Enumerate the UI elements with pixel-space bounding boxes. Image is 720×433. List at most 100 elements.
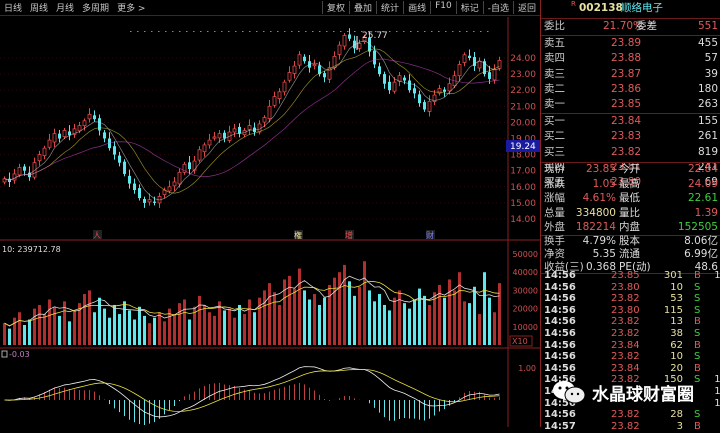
bids-volume: 155 (697, 115, 718, 127)
quote-label: 量比 (619, 206, 640, 219)
candle-body (118, 155, 121, 163)
dot-marker (424, 31, 426, 32)
volume-bar (388, 310, 391, 345)
volume-bar (293, 288, 296, 345)
stats-button[interactable]: 统计 (376, 1, 403, 14)
candle-body (348, 34, 351, 39)
dot-marker (473, 31, 475, 32)
quote-value: 1.05 (592, 177, 616, 190)
asks-price: 23.87 (611, 67, 642, 80)
dot-marker (270, 31, 272, 32)
volume-bar (433, 292, 436, 345)
quote-label: 内盘 (619, 221, 640, 233)
trade-direction: S (694, 374, 701, 386)
volume-bar (203, 304, 206, 345)
candle-body (238, 126, 241, 134)
volume-bar (408, 308, 411, 345)
tab-daily[interactable]: 日线 (0, 1, 26, 14)
candle-body (77, 125, 82, 132)
trade-count: 13 (714, 270, 720, 281)
candle-body (488, 72, 491, 79)
candle-body (297, 54, 302, 66)
draw-button[interactable]: 画线 (403, 1, 430, 14)
price-tick-label: 21.00 (510, 102, 536, 112)
indicator-icon (1, 350, 8, 358)
dea-line (4, 369, 500, 412)
trade-row: 14:5623.8253S0 (541, 293, 720, 305)
ma10-line (4, 48, 500, 194)
quote-label: 最高 (619, 177, 640, 190)
watermark-text: 水晶球财富圈 (592, 384, 694, 405)
candle-body (188, 162, 191, 170)
volume-bar (58, 315, 61, 345)
asks-volume: 39 (704, 67, 718, 80)
bids-row[interactable]: 买三 23.82 819 (541, 145, 720, 160)
quote-value: 182214 (575, 221, 616, 233)
kline-chart[interactable]: 24.0023.0022.0021.0020.0019.0018.0017.00… (0, 17, 540, 427)
quote-row: 涨幅 4.61% 最低 22.61 (541, 191, 720, 206)
candle-body (37, 154, 42, 162)
tab-multi-period[interactable]: 多周期 (78, 1, 113, 14)
trade-time: 14:56 (544, 409, 576, 421)
volume-bar (303, 290, 306, 345)
asks-row[interactable]: 卖三 23.87 39 (541, 67, 720, 82)
dot-marker (179, 31, 181, 32)
candle-body (337, 44, 342, 55)
dot-marker (333, 31, 335, 32)
volume-bar (378, 294, 381, 345)
trade-volume: 10 (670, 351, 683, 363)
volume-bar (403, 303, 406, 345)
trade-direction: B (694, 362, 701, 374)
volume-bar (298, 268, 301, 345)
candle-body (68, 131, 71, 136)
bids-price: 23.84 (611, 115, 642, 127)
candle-body (147, 199, 152, 203)
asks-row[interactable]: 卖一 23.85 263 (541, 97, 720, 112)
price-tick-label: 20.00 (510, 118, 536, 128)
watchlist-button[interactable]: -自选 (482, 1, 513, 14)
candle-body (128, 175, 131, 184)
candle-body (123, 161, 126, 174)
volume-bar (48, 299, 51, 345)
mark-button[interactable]: 标记 (455, 1, 483, 14)
dot-marker (445, 31, 447, 32)
tab-more[interactable]: 更多 > (113, 1, 149, 14)
bids-price: 23.83 (611, 130, 642, 143)
candle-body (312, 64, 317, 67)
candle-body (93, 115, 96, 120)
tab-weekly[interactable]: 周线 (26, 1, 52, 14)
tab-monthly[interactable]: 月线 (52, 1, 78, 14)
quote-value: 4.61% (582, 192, 616, 204)
asks-row[interactable]: 卖四 23.88 57 (541, 51, 720, 66)
candle-body (357, 43, 362, 49)
dot-marker (214, 31, 216, 32)
back-button[interactable]: 返回 (512, 1, 540, 14)
price-tick-label: 18.00 (510, 151, 536, 161)
trade-row: 14:5623.80115S6 (541, 305, 720, 317)
price-tick-label: 15.00 (510, 199, 536, 209)
quote-value: 22.84 (687, 163, 718, 175)
trade-price: 23.82 (611, 351, 640, 363)
asks-row[interactable]: 卖五 23.89 455 (541, 36, 720, 51)
trade-time: 14:56 (544, 339, 576, 351)
volume-bar (398, 290, 401, 345)
adjust-button[interactable]: 复权 (322, 1, 349, 14)
asks-row[interactable]: 卖二 23.86 180 (541, 82, 720, 97)
volume-bar (358, 286, 361, 345)
dot-marker (207, 31, 209, 32)
volume-bar (383, 304, 386, 345)
volume-bar (453, 290, 456, 345)
dot-marker (130, 31, 132, 32)
candle-body (373, 50, 376, 65)
trade-count: 17 (714, 386, 720, 397)
high-price-label: 25.77 (362, 31, 388, 41)
quote-row: 外盘 182214 内盘 152505 (541, 220, 720, 235)
candle-body (457, 64, 462, 77)
bids-row[interactable]: 买一 23.84 155 (541, 114, 720, 129)
overlay-button[interactable]: 叠加 (349, 1, 376, 14)
bids-label: 买一 (544, 115, 565, 127)
f10-button[interactable]: F10 (430, 1, 456, 14)
dot-marker (165, 31, 167, 32)
bids-row[interactable]: 买二 23.83 261 (541, 129, 720, 144)
stock-badge: R (571, 0, 576, 8)
